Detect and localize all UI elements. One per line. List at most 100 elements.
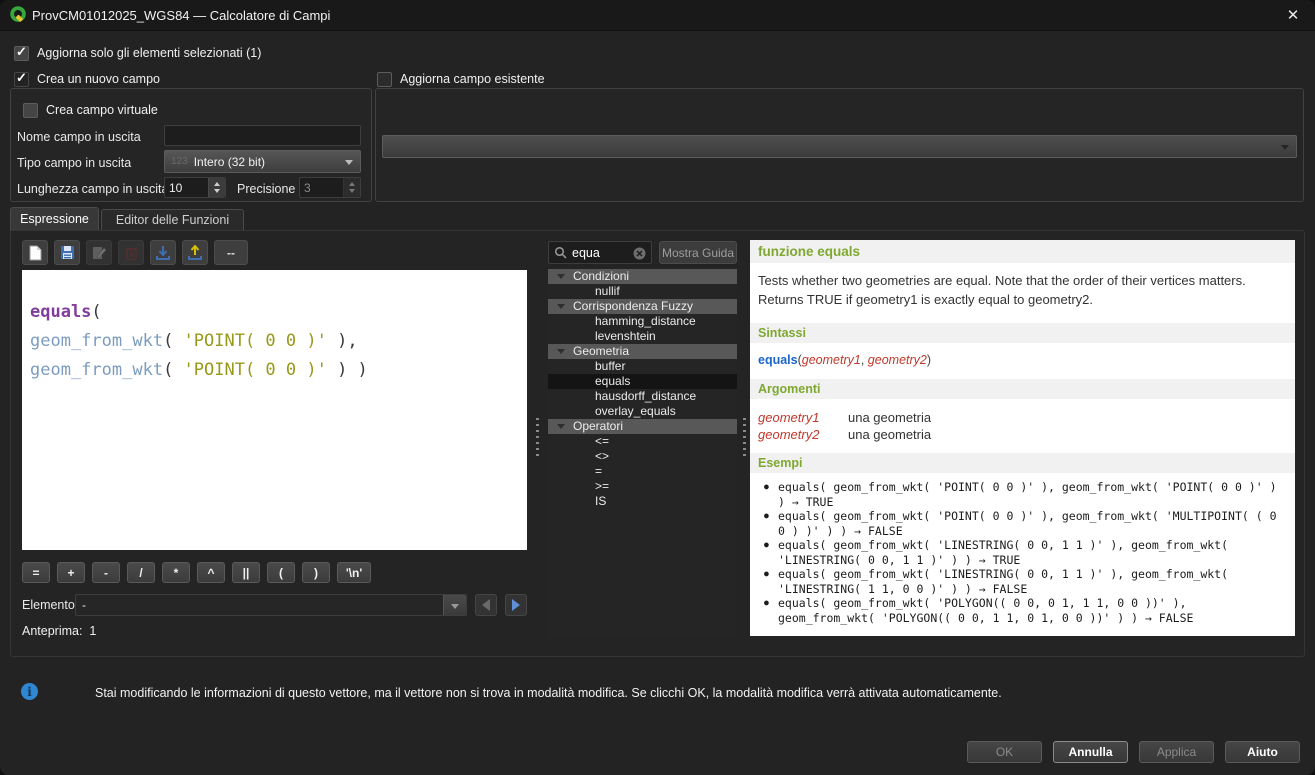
- tree-item-overlay-equals[interactable]: overlay_equals: [548, 404, 737, 419]
- operator-close-paren-button[interactable]: ): [302, 562, 330, 583]
- field-name-input[interactable]: [164, 125, 361, 146]
- operator-power-button[interactable]: ^: [197, 562, 225, 583]
- field-precision-value: 3: [304, 181, 311, 195]
- splitter-handle-left[interactable]: [536, 418, 539, 456]
- tree-item-hausdorff-distance[interactable]: hausdorff_distance: [548, 389, 737, 404]
- titlebar: ProvCM01012025_WGS84 — Calcolatore di Ca…: [0, 0, 1315, 31]
- field-type-value: Intero (32 bit): [194, 155, 265, 169]
- cancel-button[interactable]: Annulla: [1053, 741, 1128, 763]
- checkbox-box[interactable]: [14, 46, 29, 61]
- save-icon: [60, 245, 75, 260]
- tree-group-condizioni[interactable]: Condizioni: [548, 269, 737, 284]
- feature-value: -: [82, 598, 86, 612]
- tree-item-label: IS: [595, 494, 606, 508]
- function-search-input[interactable]: equa: [548, 241, 652, 264]
- syntax-arg2: geometry2: [868, 353, 927, 367]
- next-feature-button[interactable]: [505, 594, 527, 616]
- operator-minus-button[interactable]: -: [92, 562, 120, 583]
- code-function-name: geom_from_wkt: [30, 360, 163, 380]
- tree-item-is[interactable]: IS: [548, 494, 737, 509]
- tree-group-corrispondenza-fuzzy[interactable]: Corrispondenza Fuzzy: [548, 299, 737, 314]
- chevron-down-icon[interactable]: [443, 595, 466, 615]
- tab-editor-funzioni[interactable]: Editor delle Funzioni: [101, 209, 244, 230]
- tree-item-buffer[interactable]: buffer: [548, 359, 737, 374]
- code-paren: ) ): [327, 360, 368, 380]
- export-arrow-icon: [187, 245, 203, 261]
- example-item: equals( geom_from_wkt( 'POLYGON(( 0 0, 0…: [764, 596, 1285, 625]
- export-expression-button[interactable]: [182, 240, 208, 265]
- operator-multiply-button[interactable]: *: [162, 562, 190, 583]
- function-tree[interactable]: Condizioni nullif Corrispondenza Fuzzy h…: [548, 269, 737, 637]
- checkbox-box[interactable]: [14, 72, 29, 87]
- operator-label: (: [279, 566, 283, 580]
- import-arrow-icon: [155, 245, 171, 261]
- code-paren: (: [91, 302, 101, 322]
- tree-group-geometria[interactable]: Geometria: [548, 344, 737, 359]
- help-description: Tests whether two geometries are equal. …: [750, 263, 1295, 313]
- operator-concat-button[interactable]: ||: [232, 562, 260, 583]
- tree-item-label: buffer: [595, 359, 625, 373]
- tab-label: Editor delle Funzioni: [116, 213, 229, 227]
- show-help-button: Mostra Guida: [659, 241, 737, 264]
- qgis-app-icon: [9, 5, 28, 24]
- field-length-spinner[interactable]: 10: [164, 177, 226, 198]
- operator-newline-button[interactable]: '\n': [337, 562, 371, 583]
- operator-plus-button[interactable]: +: [57, 562, 85, 583]
- example-item: equals( geom_from_wkt( 'POINT( 0 0 )' ),…: [764, 480, 1285, 509]
- splitter-handle-right[interactable]: [743, 418, 746, 456]
- syntax-arg1: geometry1: [802, 353, 861, 367]
- argument-row: geometry2 una geometria: [758, 426, 1287, 443]
- delete-expression-button: [118, 240, 144, 265]
- feature-label: Elemento: [22, 598, 75, 612]
- help-examples: equals( geom_from_wkt( 'POINT( 0 0 )' ),…: [750, 473, 1295, 625]
- checkbox-box[interactable]: [377, 72, 392, 87]
- tree-item-label: >=: [595, 479, 609, 493]
- checkbox-box[interactable]: [23, 103, 38, 118]
- checkbox-virtual-field[interactable]: Crea campo virtuale: [23, 102, 158, 118]
- tree-item-equals[interactable]: equals: [548, 374, 737, 389]
- tree-group-operatori[interactable]: Operatori: [548, 419, 737, 434]
- search-icon: [554, 246, 567, 259]
- checkbox-create-new-field[interactable]: Crea un nuovo campo: [14, 71, 160, 87]
- help-arguments: geometry1 una geometria geometry2 una ge…: [750, 399, 1295, 443]
- operator-label: +: [67, 566, 74, 580]
- operator-label: ^: [207, 566, 214, 580]
- feature-combo[interactable]: -: [75, 594, 467, 616]
- update-existing-group: [375, 88, 1304, 202]
- tree-item-nullif[interactable]: nullif: [548, 284, 737, 299]
- argument-desc: una geometria: [848, 426, 931, 443]
- tree-item-neq[interactable]: <>: [548, 449, 737, 464]
- separator-button[interactable]: --: [214, 240, 248, 265]
- save-expression-button[interactable]: [54, 240, 80, 265]
- help-syntax: equals(geometry1, geometry2): [750, 343, 1295, 369]
- operator-divide-button[interactable]: /: [127, 562, 155, 583]
- close-button[interactable]: ✕: [1279, 2, 1307, 28]
- tree-item-label: equals: [595, 374, 630, 388]
- operator-label: /: [139, 566, 142, 580]
- arrow-right-icon: [512, 599, 520, 611]
- field-precision-label: Precisione: [237, 182, 295, 196]
- tree-item-gte[interactable]: >=: [548, 479, 737, 494]
- tree-item-eq[interactable]: =: [548, 464, 737, 479]
- example-item: equals( geom_from_wkt( 'POINT( 0 0 )' ),…: [764, 509, 1285, 538]
- expression-editor[interactable]: equals( geom_from_wkt( 'POINT( 0 0 )' ),…: [22, 270, 527, 550]
- operator-equals-button[interactable]: =: [22, 562, 50, 583]
- help-button[interactable]: Aiuto: [1225, 741, 1300, 763]
- tree-item-hamming-distance[interactable]: hamming_distance: [548, 314, 737, 329]
- edit-expression-button: [86, 240, 112, 265]
- tree-item-levenshtein[interactable]: levenshtein: [548, 329, 737, 344]
- new-expression-button[interactable]: [22, 240, 48, 265]
- function-help-panel: funzione equals Tests whether two geomet…: [750, 240, 1295, 636]
- arrow-left-icon: [482, 599, 490, 611]
- tab-espressione[interactable]: Espressione: [10, 207, 99, 230]
- field-type-combo[interactable]: 123 Intero (32 bit): [164, 150, 361, 173]
- checkbox-label: Crea un nuovo campo: [37, 72, 160, 86]
- operator-open-paren-button[interactable]: (: [267, 562, 295, 583]
- spinner-arrows[interactable]: [208, 178, 225, 197]
- search-value: equa: [572, 246, 600, 260]
- checkbox-only-selected[interactable]: Aggiorna solo gli elementi selezionati (…: [14, 45, 261, 61]
- clear-search-icon[interactable]: [633, 247, 646, 260]
- import-expression-button[interactable]: [150, 240, 176, 265]
- tree-item-lte[interactable]: <=: [548, 434, 737, 449]
- checkbox-update-existing-field[interactable]: Aggiorna campo esistente: [377, 71, 545, 87]
